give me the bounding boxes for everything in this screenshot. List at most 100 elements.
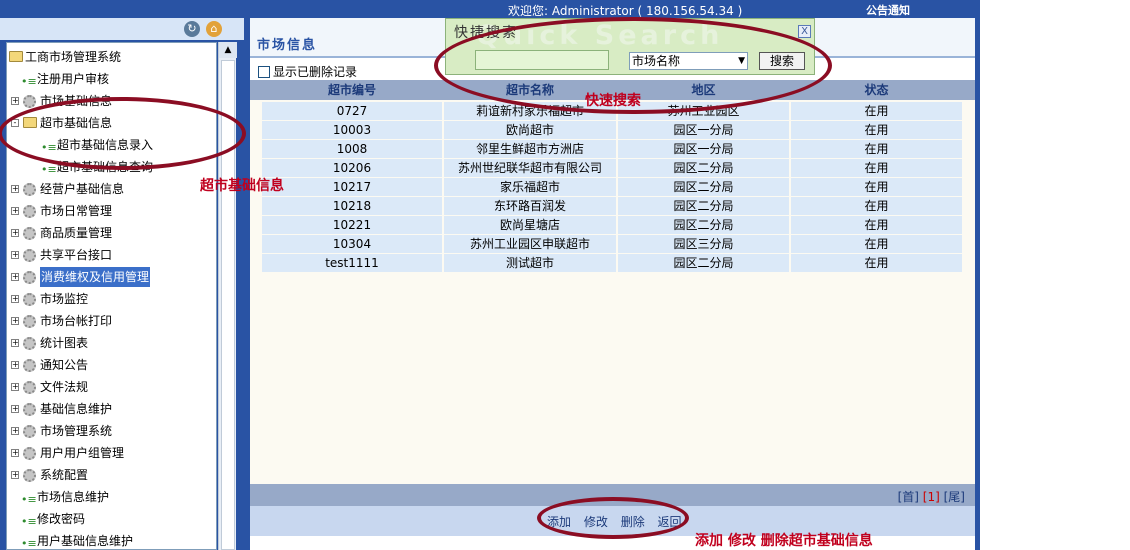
tree-item[interactable]: + 消费维权及信用管理	[7, 267, 216, 287]
tree-item[interactable]: + 基础信息维护	[7, 399, 216, 419]
close-icon[interactable]: X	[798, 25, 811, 38]
tree-item[interactable]: + 商品质量管理	[7, 223, 216, 243]
tree-item[interactable]: •≡ 用户基础信息维护	[7, 531, 216, 550]
page-leaf-icon: •≡	[21, 515, 37, 528]
delete-button[interactable]: 删除	[621, 515, 645, 529]
expand-icon[interactable]: +	[11, 383, 19, 391]
tree-item-label: 市场台帐打印	[40, 314, 113, 328]
chevron-down-icon[interactable]: ▼	[738, 53, 745, 69]
tree-item[interactable]: + 市场台帐打印	[7, 311, 216, 331]
notice-link[interactable]: 公告通知	[866, 2, 910, 18]
tree-item-label: 经营户基础信息	[40, 182, 125, 196]
home-icon[interactable]: ⌂	[206, 21, 222, 37]
scroll-up-arrow-icon[interactable]: ▲	[219, 42, 237, 58]
table-row[interactable]: 10003 欧尚超市 园区一分局 在用	[262, 121, 962, 139]
page-leaf-icon: •≡	[21, 537, 37, 550]
tree-item-label: 用户用户组管理	[40, 446, 125, 460]
tree-item[interactable]: + 用户用户组管理	[7, 443, 216, 463]
quick-search-input[interactable]	[475, 50, 609, 70]
expand-icon[interactable]: +	[11, 427, 19, 435]
gear-icon	[23, 183, 36, 196]
expand-icon[interactable]: +	[11, 185, 19, 193]
cell-status: 在用	[791, 140, 962, 158]
cell-name: 测试超市	[444, 254, 616, 272]
table-row[interactable]: 10218 东环路百润发 园区二分局 在用	[262, 197, 962, 215]
tree-scrollbar[interactable]: ▲	[218, 42, 237, 550]
cell-code: 0727	[262, 102, 442, 120]
tree-item[interactable]: •≡ 超市基础信息录入	[7, 135, 216, 155]
edit-button[interactable]: 修改	[584, 515, 608, 529]
scroll-thumb[interactable]	[221, 60, 235, 550]
top-bar: 欢迎您: Administrator ( 180.156.54.34 ) 公告通…	[0, 0, 980, 18]
welcome-text: 欢迎您: Administrator ( 180.156.54.34 )	[508, 4, 743, 18]
expand-icon[interactable]: +	[11, 295, 19, 303]
tree-item-label: 注册用户审核	[37, 72, 110, 86]
expand-icon[interactable]: +	[11, 405, 19, 413]
tree-item-label: 统计图表	[40, 336, 89, 350]
tree-item-label: 共享平台接口	[40, 248, 113, 262]
column-header-code[interactable]: 超市编号	[262, 80, 442, 100]
tree-item[interactable]: + 市场日常管理	[7, 201, 216, 221]
column-header-status[interactable]: 状态	[791, 80, 962, 100]
tree-item[interactable]: + 通知公告	[7, 355, 216, 375]
cell-code: 10003	[262, 121, 442, 139]
pager-bar: [首] [1] [尾]	[250, 484, 975, 506]
column-header-region[interactable]: 地区	[618, 80, 789, 100]
add-button[interactable]: 添加	[547, 515, 571, 529]
table-row[interactable]: 10304 苏州工业园区申联超市 园区三分局 在用	[262, 235, 962, 253]
tree-item[interactable]: + 市场监控	[7, 289, 216, 309]
expand-icon[interactable]: +	[11, 317, 19, 325]
table-row[interactable]: 10217 家乐福超市 园区二分局 在用	[262, 178, 962, 196]
expand-icon[interactable]: +	[11, 273, 19, 281]
cell-region: 园区二分局	[618, 197, 789, 215]
show-deleted-toggle[interactable]: 显示已删除记录	[258, 64, 357, 80]
search-button[interactable]: 搜索	[759, 52, 805, 70]
tree-item[interactable]: + 共享平台接口	[7, 245, 216, 265]
show-deleted-checkbox[interactable]	[258, 66, 270, 78]
annotation-quick-search: 快速搜索	[585, 93, 641, 109]
tree-item[interactable]: + 经营户基础信息	[7, 179, 216, 199]
pager-first[interactable]: [首]	[898, 490, 919, 504]
table-row[interactable]: 1008 邻里生鲜超市方洲店 园区一分局 在用	[262, 140, 962, 158]
pager: [首] [1] [尾]	[898, 488, 965, 505]
expand-icon[interactable]: +	[11, 449, 19, 457]
gear-icon	[23, 293, 36, 306]
left-toolbar: ↻ ⌂	[0, 18, 244, 40]
tree-item[interactable]: + 文件法规	[7, 377, 216, 397]
expand-icon[interactable]: +	[11, 361, 19, 369]
tree-item[interactable]: 工商市场管理系统	[7, 47, 216, 67]
expand-icon[interactable]: +	[11, 471, 19, 479]
tree-item[interactable]: •≡ 市场信息维护	[7, 487, 216, 507]
gear-icon	[23, 249, 36, 262]
search-field-select[interactable]: 市场名称 ▼	[629, 52, 748, 70]
table-row[interactable]: test1111 测试超市 园区二分局 在用	[262, 254, 962, 272]
folder-open-icon	[23, 117, 37, 128]
gear-icon	[23, 403, 36, 416]
expand-icon[interactable]: +	[11, 339, 19, 347]
tree-item[interactable]: - 超市基础信息	[7, 113, 216, 133]
cell-status: 在用	[791, 178, 962, 196]
tree-item[interactable]: •≡ 注册用户审核	[7, 69, 216, 89]
expand-icon[interactable]: +	[11, 229, 19, 237]
cell-status: 在用	[791, 197, 962, 215]
refresh-icon[interactable]: ↻	[184, 21, 200, 37]
tree-item[interactable]: + 市场管理系统	[7, 421, 216, 441]
tree-item[interactable]: •≡ 超市基础信息查询	[7, 157, 216, 177]
collapse-icon[interactable]: -	[11, 119, 19, 127]
expand-icon[interactable]: +	[11, 251, 19, 259]
quick-search-panel: Quick Search 快捷搜索 X 市场名称 ▼ 搜索	[445, 18, 815, 75]
tree-item[interactable]: •≡ 修改密码	[7, 509, 216, 529]
expand-icon[interactable]: +	[11, 207, 19, 215]
back-button[interactable]: 返回	[658, 515, 682, 529]
page-title: 市场信息	[257, 38, 318, 53]
pager-current[interactable]: [1]	[923, 490, 940, 504]
table-row[interactable]: 10221 欧尚星塘店 园区二分局 在用	[262, 216, 962, 234]
tree-item[interactable]: + 系统配置	[7, 465, 216, 485]
tree-item[interactable]: + 统计图表	[7, 333, 216, 353]
pager-last[interactable]: [尾]	[944, 490, 965, 504]
expand-icon[interactable]: +	[11, 97, 19, 105]
tree-item[interactable]: + 市场基础信息	[7, 91, 216, 111]
nav-tree: 工商市场管理系统 •≡ 注册用户审核 + 市场基础信息 - 超市基础信息 •≡ 超市基础信息录入…	[6, 42, 217, 550]
table-row[interactable]: 10206 苏州世纪联华超市有限公司 园区二分局 在用	[262, 159, 962, 177]
cell-code: 10304	[262, 235, 442, 253]
